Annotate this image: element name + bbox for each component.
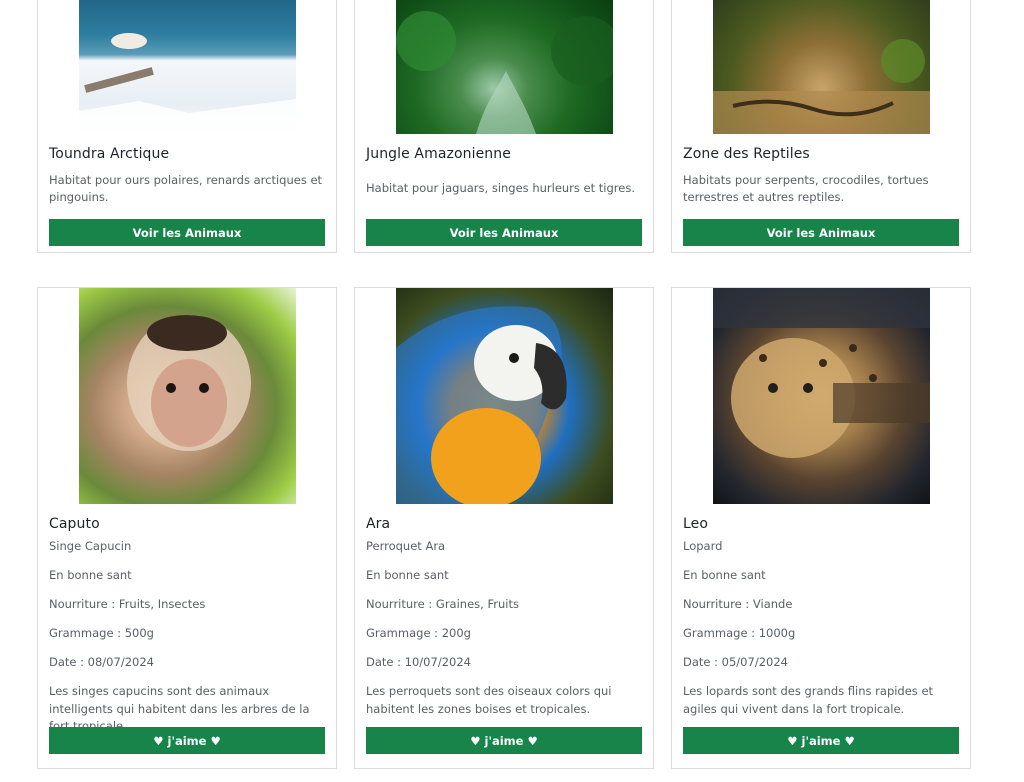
habitat-title: Zone des Reptiles [683,146,810,162]
habitat-image-reptiles [712,0,930,134]
habitat-card-arctic: Toundra Arctique Habitat pour ours polai… [37,0,337,253]
animal-health: En bonne sant [49,568,132,582]
animal-name: Ara [366,516,391,532]
animal-name: Leo [683,516,709,532]
animal-weight: Grammage : 200g [366,626,471,640]
habitat-image-arctic [78,0,296,134]
habitat-description: Habitat pour jaguars, singes hurleurs et… [366,181,636,196]
habitat-image-jungle [395,0,613,134]
animal-card-leo: Leo Lopard En bonne sant Nourriture : Vi… [671,287,971,769]
animal-date: Date : 10/07/2024 [366,655,471,669]
capuchin-monkey-image [126,315,251,451]
view-animals-button[interactable]: Voir les Animaux [49,219,325,246]
animal-card-ara: Ara Perroquet Ara En bonne sant Nourritu… [354,287,654,769]
like-button[interactable]: ♥ j'aime ♥ [366,727,642,754]
jungle-landscape-image [395,11,613,134]
animal-list: Caputo Singe Capucin En bonne sant Nourr… [37,287,973,769]
reptile-enclosure-image [712,39,930,134]
arctic-landscape-image [78,33,296,134]
animal-weight: Grammage : 1000g [683,626,796,640]
animal-food: Nourriture : Fruits, Insectes [49,597,206,611]
animal-species: Singe Capucin [49,539,132,553]
animal-weight: Grammage : 500g [49,626,154,640]
animal-date: Date : 08/07/2024 [49,655,154,669]
animal-description: Les singes capucins sont des animaux int… [49,684,310,733]
zoo-page: Toundra Arctique Habitat pour ours polai… [0,0,1024,782]
leopard-image [712,288,930,458]
habitat-description: Habitat pour ours polaires, renards arct… [49,172,323,205]
habitat-card-reptiles: Zone des Reptiles Habitats pour serpents… [671,0,971,253]
habitat-list: Toundra Arctique Habitat pour ours polai… [37,0,973,253]
animal-species: Lopard [683,539,723,553]
animal-description: Les perroquets sont des oiseaux colors q… [366,684,612,716]
animal-food: Nourriture : Graines, Fruits [366,597,519,611]
animal-name: Caputo [49,516,100,532]
animal-card-caputo: Caputo Singe Capucin En bonne sant Nourr… [37,287,337,769]
habitat-title: Toundra Arctique [49,146,170,162]
like-button[interactable]: ♥ j'aime ♥ [49,727,325,754]
view-animals-button[interactable]: Voir les Animaux [683,219,959,246]
animal-health: En bonne sant [366,568,449,582]
animal-species: Perroquet Ara [366,539,446,553]
like-button[interactable]: ♥ j'aime ♥ [683,727,959,754]
view-animals-button[interactable]: Voir les Animaux [366,219,642,246]
animal-food: Nourriture : Viande [683,597,793,611]
animal-description: Les lopards sont des grands flins rapide… [683,684,934,716]
habitat-description: Habitats pour serpents, crocodiles, tort… [683,172,929,205]
habitat-card-jungle: Jungle Amazonienne Habitat pour jaguars,… [354,0,654,253]
animal-photo-capuchin [78,288,296,504]
animal-photo-leopard [712,288,930,504]
macaw-parrot-image [395,306,567,504]
animal-photo-parrot [395,288,613,504]
animal-health: En bonne sant [683,568,766,582]
habitat-title: Jungle Amazonienne [366,146,511,162]
animal-date: Date : 05/07/2024 [683,655,788,669]
